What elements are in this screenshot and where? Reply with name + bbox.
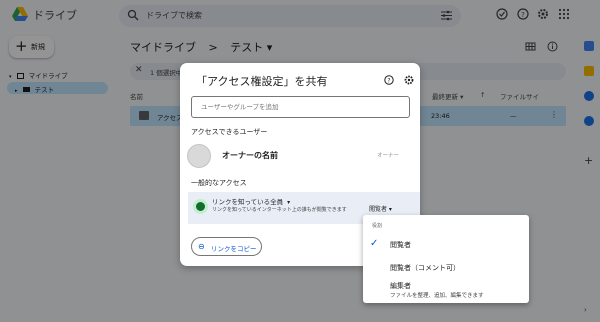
menu-item-editor[interactable]: 編集者: [390, 281, 411, 291]
general-access-heading: 一般的なアクセス: [191, 179, 247, 187]
menu-item-viewer[interactable]: 閲覧者: [390, 240, 411, 250]
role-dropdown[interactable]: 閲覧者 ▾: [369, 204, 392, 213]
help-icon[interactable]: ?: [384, 75, 394, 85]
role-menu-heading: 役割: [372, 223, 383, 229]
owner-name: オーナーの名前: [222, 151, 278, 160]
menu-item-editor-desc: ファイルを整理、追加、編集できます: [390, 293, 484, 299]
link-access-label: リンクを知っている全員: [212, 198, 284, 206]
gear-icon[interactable]: [404, 75, 414, 85]
add-people-input[interactable]: [191, 96, 410, 118]
svg-text:?: ?: [387, 78, 390, 85]
chevron-down-icon: ▾: [285, 199, 291, 206]
menu-item-commenter[interactable]: 閲覧者（コメント可）: [390, 263, 460, 273]
copy-link-button[interactable]: ⊖ リンクをコピー: [191, 237, 262, 256]
copy-link-label: リンクをコピー: [211, 245, 257, 253]
globe-icon: [193, 199, 208, 214]
link-access-dropdown[interactable]: リンクを知っている全員 ▾: [212, 196, 290, 206]
people-heading: アクセスできるユーザー: [191, 128, 268, 136]
role-menu: 役割 ✓ 閲覧者 閲覧者（コメント可） 編集者 ファイルを整理、追加、編集できま…: [363, 215, 529, 303]
avatar: [187, 144, 211, 168]
link-access-description: リンクを知っているインターネット上の誰もが閲覧できます: [212, 207, 347, 213]
check-icon: ✓: [370, 238, 379, 249]
owner-role: オーナー: [377, 153, 400, 159]
dialog-title: 「アクセス権設定」を共有: [196, 75, 328, 88]
link-icon: ⊖: [198, 242, 205, 251]
